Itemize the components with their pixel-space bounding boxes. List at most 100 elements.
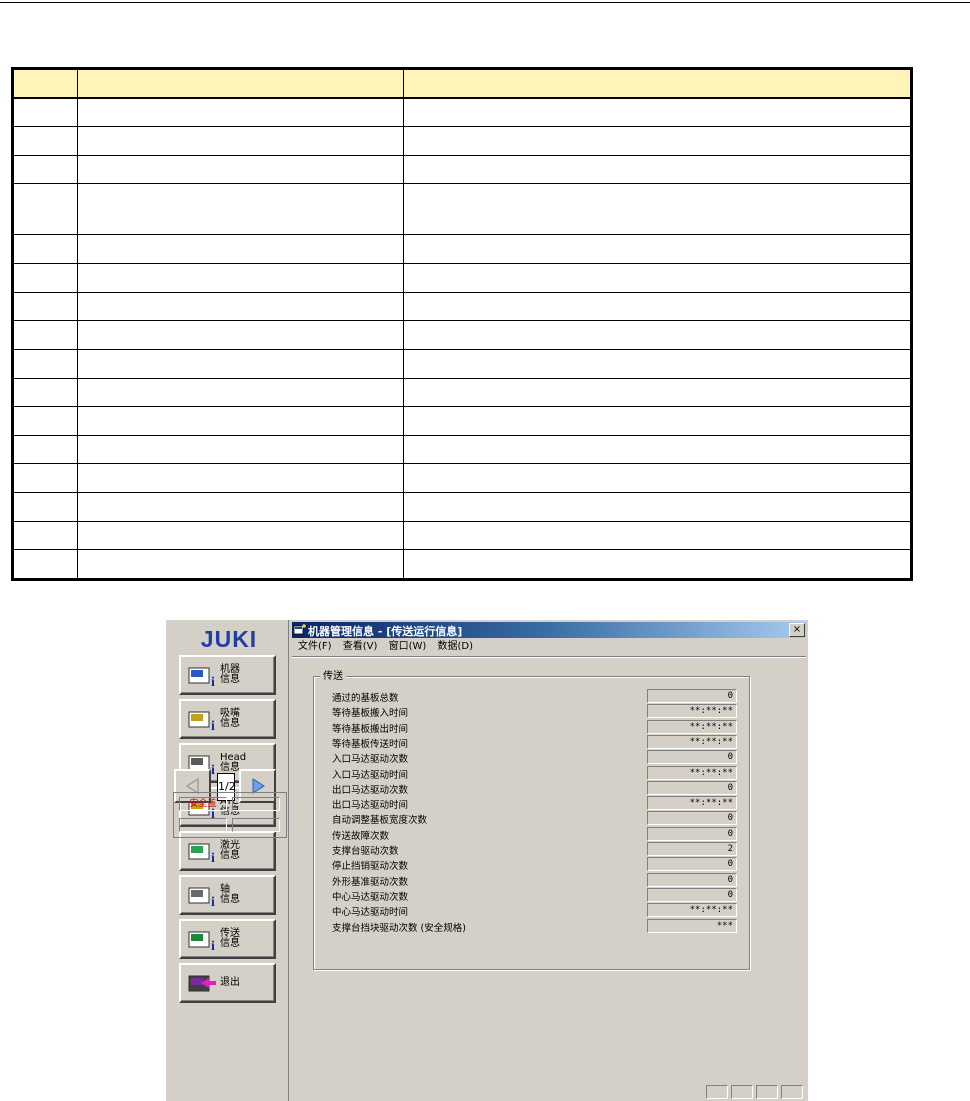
info-row-label: 等待基板搬出时间 <box>332 723 409 735</box>
info-row-label: 入口马达驱动次数 <box>332 754 409 766</box>
sidebar-button-6[interactable]: i 传送 信息 <box>179 919 276 959</box>
conveyor-info-icon: i <box>188 931 215 952</box>
axis-info-icon: i <box>188 887 215 908</box>
table-cell <box>13 520 78 551</box>
table-cell <box>77 434 404 465</box>
info-row-label: 支撑台驱动次数 <box>332 846 399 857</box>
table-cell <box>403 154 911 185</box>
group-title: 传送 <box>320 667 346 682</box>
table-cell <box>13 183 78 236</box>
sidebar-button-label: 激光 信息 <box>220 840 240 861</box>
info-row: 外形基准驱动次数 0 <box>332 872 742 888</box>
table-row <box>13 97 911 128</box>
menu-data[interactable]: 数据(D) <box>437 639 473 655</box>
svg-text:i: i <box>211 851 215 864</box>
table-row <box>13 463 911 494</box>
info-row-label: 中心马达驱动时间 <box>332 907 409 919</box>
sidebar-button-5[interactable]: i 轴 信息 <box>179 875 276 915</box>
info-row-label: 中心马达驱动次数 <box>332 891 409 903</box>
table-row <box>13 183 911 236</box>
info-row: 等待基板传送时间 **:**:** <box>332 734 742 750</box>
info-row: 支撑台挡块驱动次数 (安全规格) *** <box>332 918 742 934</box>
svg-text:i: i <box>211 763 215 776</box>
info-row: 停止挡销驱动次数 0 <box>332 857 742 872</box>
info-row-value: 0 <box>647 872 737 887</box>
table-row <box>13 348 911 379</box>
sidebar-button-label: 轴 信息 <box>220 884 240 905</box>
svg-text:i: i <box>211 719 215 732</box>
menu-file[interactable]: 文件(F) <box>298 639 332 655</box>
sidebar-button-label: 机器 信息 <box>220 664 240 685</box>
svg-text:JUKI: JUKI <box>201 628 257 650</box>
laser-info-icon: i <box>188 843 215 864</box>
table-cell <box>403 434 911 465</box>
table-cell <box>77 291 404 322</box>
info-row-label: 通过的基板总数 <box>332 693 399 704</box>
info-row-label: 出口马达驱动时间 <box>332 800 409 812</box>
table-row <box>13 234 911 265</box>
table-cell <box>403 406 911 436</box>
table-cell <box>13 263 78 293</box>
info-row: 出口马达驱动时间 **:**:** <box>332 796 742 812</box>
info-row-label: 等待基板搬入时间 <box>332 708 409 720</box>
machine-management-screenshot: JUKI i 机器 信息 i 吸嘴 信息 i Head 信息 i ATC 信息 i 激光 信息 i 轴… <box>166 620 808 1101</box>
svg-text:i: i <box>211 939 215 952</box>
table-cell <box>13 234 78 265</box>
conveyor-info-window: 机器管理信息 - [传送运行信息] × 文件(F) 查看(V) 窗口(W) 数据… <box>292 620 808 1101</box>
info-row: 中心马达驱动时间 **:**:** <box>332 903 742 919</box>
info-row-label: 入口马达驱动时间 <box>332 769 409 781</box>
info-row: 中心马达驱动次数 0 <box>332 887 742 903</box>
table-cell <box>403 492 911 522</box>
sidebar-button-0[interactable]: i 机器 信息 <box>179 655 276 695</box>
window-titlebar[interactable]: 机器管理信息 - [传送运行信息] × <box>292 622 806 638</box>
info-row-value: *** <box>647 918 737 933</box>
sidebar-button-1[interactable]: i 吸嘴 信息 <box>179 699 276 739</box>
info-row-value: **:**:** <box>647 765 737 780</box>
table-header-row <box>13 69 911 99</box>
menu-view[interactable]: 查看(V) <box>343 639 378 655</box>
info-row-value: 0 <box>647 826 737 841</box>
table-cell <box>403 183 911 236</box>
table-cell <box>403 377 911 408</box>
client-separator <box>292 656 806 658</box>
info-row-value: **:**:** <box>647 903 737 918</box>
table-header-cell <box>77 69 404 99</box>
status-bar-panel <box>706 1085 728 1099</box>
sidebar-button-label: 传送 信息 <box>220 928 240 949</box>
table-cell <box>403 97 911 128</box>
table-cell <box>13 320 78 350</box>
table-row <box>13 126 911 156</box>
menu-window[interactable]: 窗口(W) <box>389 639 427 655</box>
info-row-value: 0 <box>647 887 737 902</box>
close-button[interactable]: × <box>789 623 805 637</box>
table-header-cell <box>13 69 78 99</box>
status-slot <box>232 818 280 832</box>
sidebar-button-7[interactable]: 退出 <box>179 963 276 1003</box>
window-title: 机器管理信息 - [传送运行信息] <box>308 625 463 638</box>
status-bar-panel <box>781 1085 803 1099</box>
info-row-value: 0 <box>647 689 737 703</box>
info-row: 通过的基板总数 0 <box>332 689 742 704</box>
info-row: 支撑台驱动次数 2 <box>332 842 742 857</box>
table-row <box>13 291 911 322</box>
menu-bar: 文件(F) 查看(V) 窗口(W) 数据(D) <box>292 639 806 655</box>
table-row <box>13 154 911 185</box>
table-row <box>13 520 911 551</box>
table-cell <box>77 463 404 494</box>
table-cell <box>13 434 78 465</box>
app-icon <box>294 624 306 635</box>
table-row <box>13 263 911 293</box>
table-row <box>13 320 911 350</box>
info-row: 入口马达驱动时间 **:**:** <box>332 765 742 781</box>
sidebar-button-label: 吸嘴 信息 <box>220 708 240 729</box>
info-row-label: 传送故障次数 <box>332 830 390 842</box>
status-panel: 安全盖 <box>173 792 287 838</box>
table-cell <box>13 492 78 522</box>
table-cell <box>403 291 911 322</box>
info-row: 等待基板搬出时间 **:**:** <box>332 719 742 735</box>
juki-logo: JUKI <box>201 628 257 650</box>
info-row: 传送故障次数 0 <box>332 826 742 842</box>
table-cell <box>77 126 404 156</box>
table-cell <box>13 97 78 128</box>
info-row-value: 0 <box>647 811 737 826</box>
